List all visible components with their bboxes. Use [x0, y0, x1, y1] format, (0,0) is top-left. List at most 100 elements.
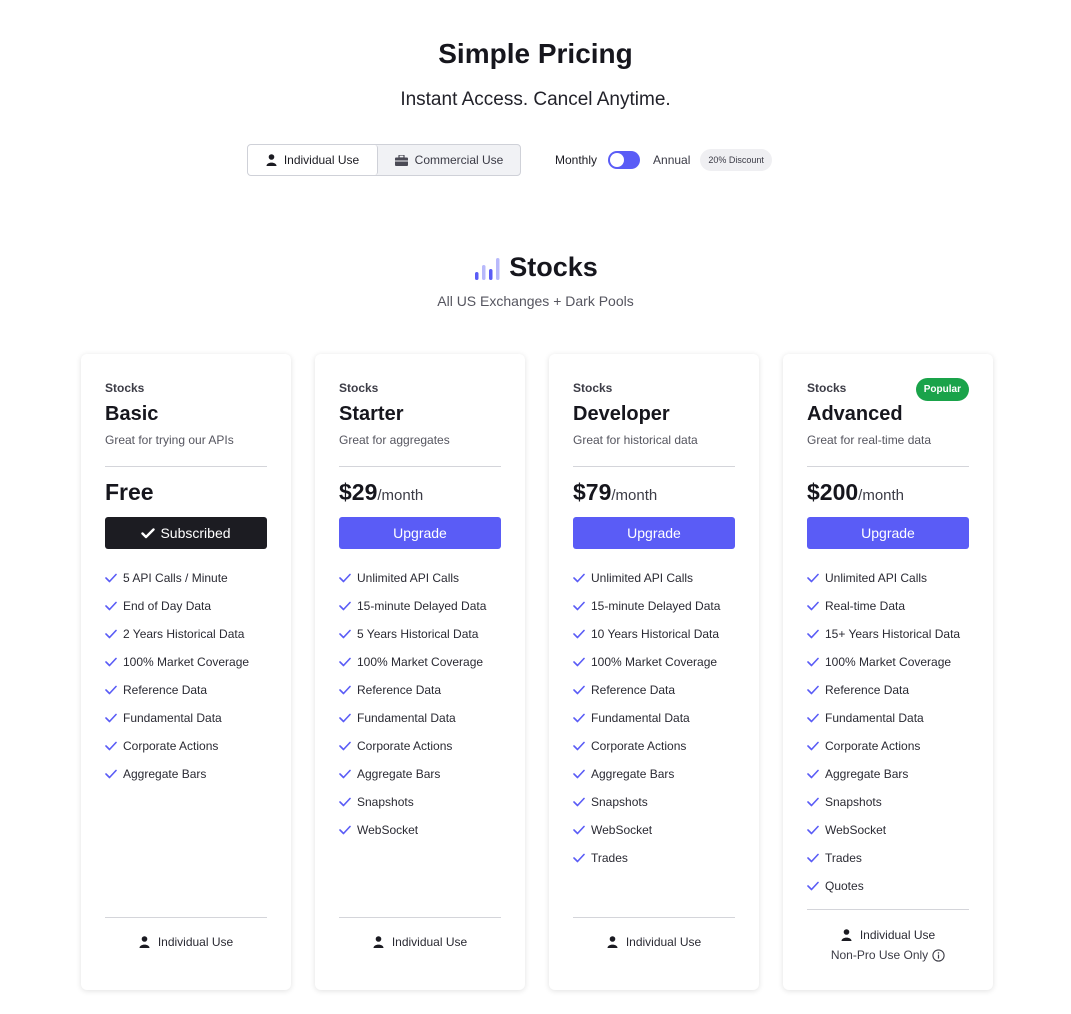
feature-label: Fundamental Data: [123, 711, 222, 725]
feature-item: Real-time Data: [807, 592, 960, 620]
feature-item: Fundamental Data: [573, 704, 720, 732]
plan-category: Stocks: [339, 381, 379, 395]
checkmark-icon: [105, 713, 117, 723]
briefcase-icon: [394, 154, 408, 166]
feature-item: Quotes: [807, 872, 960, 900]
checkmark-icon: [339, 685, 351, 695]
checkmark-icon: [807, 741, 819, 751]
feature-label: Aggregate Bars: [825, 767, 909, 781]
divider: [105, 917, 267, 918]
feature-label: WebSocket: [825, 823, 887, 837]
feature-label: Quotes: [825, 879, 864, 893]
feature-item: Fundamental Data: [105, 704, 249, 732]
upgrade-button[interactable]: Upgrade: [339, 517, 501, 549]
checkmark-icon: [807, 769, 819, 779]
use-type-toggle: Individual Use Commercial Use: [247, 144, 521, 176]
feature-item: Fundamental Data: [807, 704, 960, 732]
discount-badge: 20% Discount: [700, 149, 772, 171]
feature-item: 15-minute Delayed Data: [573, 592, 720, 620]
checkmark-icon: [105, 769, 117, 779]
individual-use-tab[interactable]: Individual Use: [248, 145, 378, 175]
subscribed-label: Subscribed: [160, 525, 231, 541]
feature-item: 15-minute Delayed Data: [339, 592, 486, 620]
upgrade-button[interactable]: Upgrade: [573, 517, 735, 549]
feature-label: End of Day Data: [123, 599, 212, 613]
page-title: Simple Pricing: [438, 38, 633, 69]
checkmark-icon: [339, 741, 351, 751]
feature-label: Corporate Actions: [357, 739, 453, 753]
feature-item: Fundamental Data: [339, 704, 486, 732]
footer-note: Non-Pro Use Only: [807, 948, 969, 962]
plan-name: Basic: [105, 403, 159, 425]
plan-card-basic: Stocks Basic Great for trying our APIs F…: [81, 354, 291, 990]
divider: [807, 466, 969, 467]
feature-label: Fundamental Data: [357, 711, 456, 725]
feature-label: Fundamental Data: [591, 711, 690, 725]
footer-label: Individual Use: [391, 935, 468, 949]
feature-item: WebSocket: [807, 816, 960, 844]
feature-item: Aggregate Bars: [573, 760, 720, 788]
feature-label: Snapshots: [357, 795, 414, 809]
feature-item: Unlimited API Calls: [573, 564, 720, 592]
feature-item: Snapshots: [339, 788, 486, 816]
feature-item: Snapshots: [807, 788, 960, 816]
feature-item: Corporate Actions: [339, 732, 486, 760]
plan-name: Developer: [573, 403, 670, 425]
plan-category: Stocks: [573, 381, 613, 395]
feature-item: WebSocket: [573, 816, 720, 844]
feature-list: 5 API Calls / Minute End of Day Data 2 Yea…: [105, 564, 249, 788]
annual-label[interactable]: Annual: [653, 153, 690, 167]
divider: [807, 909, 969, 910]
plan-description: Great for aggregates: [339, 433, 450, 447]
checkmark-icon: [105, 657, 117, 667]
checkmark-icon: [573, 769, 585, 779]
checkmark-icon: [339, 825, 351, 835]
monthly-label[interactable]: Monthly: [555, 153, 597, 167]
plan-footer: Individual Use: [105, 935, 267, 949]
checkmark-icon: [807, 685, 819, 695]
feature-item: Aggregate Bars: [807, 760, 960, 788]
checkmark-icon: [339, 769, 351, 779]
checkmark-icon: [573, 629, 585, 639]
checkmark-icon: [105, 601, 117, 611]
plan-price: $29/month: [339, 479, 423, 506]
page-subtitle: Instant Access. Cancel Anytime.: [400, 89, 671, 110]
checkmark-icon: [573, 797, 585, 807]
subscribed-button[interactable]: Subscribed: [105, 517, 267, 549]
feature-item: WebSocket: [339, 816, 486, 844]
plan-footer: Individual Use: [807, 928, 969, 942]
price-amount: $200: [807, 479, 859, 505]
feature-list: Unlimited API Calls 15-minute Delayed Dat…: [573, 564, 720, 872]
footer-label: Individual Use: [859, 928, 936, 942]
feature-item: Corporate Actions: [573, 732, 720, 760]
feature-label: Trades: [591, 851, 628, 865]
section-title: Stocks: [509, 252, 598, 282]
feature-label: 15-minute Delayed Data: [591, 599, 721, 613]
plan-card-starter: Stocks Starter Great for aggregates $29/…: [315, 354, 525, 990]
feature-label: Unlimited API Calls: [825, 571, 928, 585]
feature-item: 15+ Years Historical Data: [807, 620, 960, 648]
checkmark-icon: [807, 713, 819, 723]
feature-label: WebSocket: [357, 823, 419, 837]
price-amount: Free: [105, 479, 154, 505]
price-amount: $79: [573, 479, 612, 505]
feature-label: Fundamental Data: [825, 711, 924, 725]
divider: [339, 466, 501, 467]
checkmark-icon: [141, 527, 156, 539]
divider: [339, 917, 501, 918]
plan-price: $200/month: [807, 479, 904, 506]
individual-use-label: Individual Use: [283, 153, 360, 167]
section-subtitle: All US Exchanges + Dark Pools: [437, 293, 634, 309]
footer-label: Individual Use: [157, 935, 234, 949]
info-icon[interactable]: [932, 948, 945, 962]
feature-item: 10 Years Historical Data: [573, 620, 720, 648]
feature-item: Aggregate Bars: [339, 760, 486, 788]
commercial-use-tab[interactable]: Commercial Use: [378, 145, 520, 175]
feature-label: Reference Data: [825, 683, 910, 697]
plan-footer: Individual Use: [573, 935, 735, 949]
upgrade-button[interactable]: Upgrade: [807, 517, 969, 549]
feature-label: Snapshots: [825, 795, 882, 809]
billing-toggle[interactable]: [608, 151, 641, 169]
checkmark-icon: [105, 629, 117, 639]
feature-label: Trades: [825, 851, 862, 865]
